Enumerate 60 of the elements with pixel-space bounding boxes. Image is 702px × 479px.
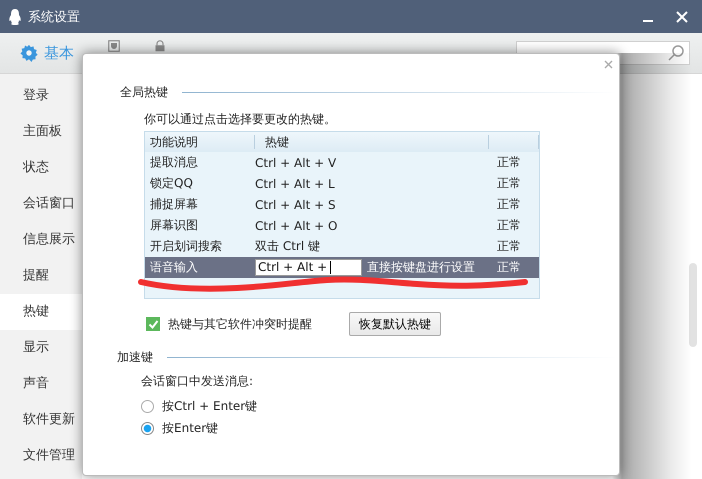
checkmark-icon: [148, 318, 158, 330]
table-cell: Ctrl + Alt + O: [255, 218, 338, 232]
close-icon: [676, 10, 688, 22]
table-row[interactable]: 捕捉屏幕 Ctrl + Alt + S 正常: [145, 194, 539, 215]
radio-button[interactable]: [141, 400, 154, 412]
table-cell-text: 正常: [496, 175, 522, 192]
table-row[interactable]: 开启划词搜索 双击 Ctrl 键 正常: [145, 236, 539, 257]
table-cell-text: 捕捉屏幕: [149, 196, 199, 213]
hint-text: 直接按键盘进行设置: [367, 259, 475, 276]
table-cell: Ctrl + Alt + V: [255, 156, 336, 170]
radio-label: 按Ctrl + Enter键: [162, 398, 258, 414]
column-header: 功能说明: [145, 135, 255, 149]
sidebar-item[interactable]: 登录: [0, 78, 82, 114]
framed-box-icon: [108, 40, 120, 52]
scrollbar[interactable]: [689, 263, 697, 347]
section-title: 全局热键: [120, 84, 168, 101]
table-row[interactable]: 提取消息 Ctrl + Alt + V 正常: [145, 152, 539, 173]
close-icon: [604, 60, 613, 69]
table-row[interactable]: 语音输入 Ctrl + Alt + 直接按键盘进行设置 正常: [145, 257, 539, 278]
table-cell-text: 正常: [496, 196, 522, 213]
table-cell-text: 锁定QQ: [149, 175, 194, 192]
window-title: 系统设置: [28, 8, 80, 26]
sidebar-item[interactable]: 文件管理: [0, 438, 82, 474]
sidebar-item[interactable]: 状态: [0, 150, 82, 186]
checkbox-label: 热键与其它软件冲突时提醒: [168, 316, 312, 332]
section-title: 加速键: [117, 349, 153, 366]
table-cell-text: 语音输入: [149, 259, 199, 276]
prompt-text: 会话窗口中发送消息:: [141, 373, 254, 390]
table-cell-text: 正常: [496, 259, 522, 276]
search-icon: [667, 44, 685, 62]
description-text: 你可以通过点击选择要更改的热键。: [144, 111, 337, 128]
sidebar-item[interactable]: 软件更新: [0, 402, 82, 438]
table-cell-text: 提取消息: [149, 154, 199, 171]
penguin-icon: [8, 8, 22, 26]
table-cell-text: 正常: [496, 238, 522, 255]
table-cell: Ctrl + Alt + S: [255, 198, 336, 212]
sidebar-item[interactable]: 声音: [0, 366, 82, 402]
radio-button[interactable]: [141, 422, 154, 434]
column-header: 热键: [255, 135, 489, 149]
sidebar-item[interactable]: 显示: [0, 330, 82, 366]
minimize-icon: [643, 20, 653, 22]
table-cell-text: 正常: [496, 217, 522, 234]
table-cell-text: 屏幕识图: [149, 217, 199, 234]
checkbox[interactable]: [146, 317, 160, 331]
sidebar-item[interactable]: 会话窗口: [0, 186, 82, 222]
table-cell: Ctrl + Alt + L: [255, 176, 335, 190]
table-cell-text: 开启划词搜索: [149, 238, 223, 255]
gear-icon: [20, 44, 38, 62]
sidebar-item[interactable]: 热键: [0, 294, 82, 330]
table-row[interactable]: 锁定QQ Ctrl + Alt + L 正常: [145, 173, 539, 194]
radio-label: 按Enter键: [162, 420, 218, 436]
hotkey-field[interactable]: Ctrl + Alt +: [255, 259, 362, 276]
sidebar-item[interactable]: 提醒: [0, 258, 82, 294]
lock-icon: [154, 40, 166, 52]
sidebar-item[interactable]: 信息展示: [0, 222, 82, 258]
table-row[interactable]: 屏幕识图 Ctrl + Alt + O 正常: [145, 215, 539, 236]
sidebar-item[interactable]: 主面板: [0, 114, 82, 150]
restore-defaults-button[interactable]: 恢复默认热键: [349, 312, 441, 336]
table-cell: 双击 Ctrl 键: [255, 238, 320, 255]
table-cell-text: 正常: [496, 154, 522, 171]
